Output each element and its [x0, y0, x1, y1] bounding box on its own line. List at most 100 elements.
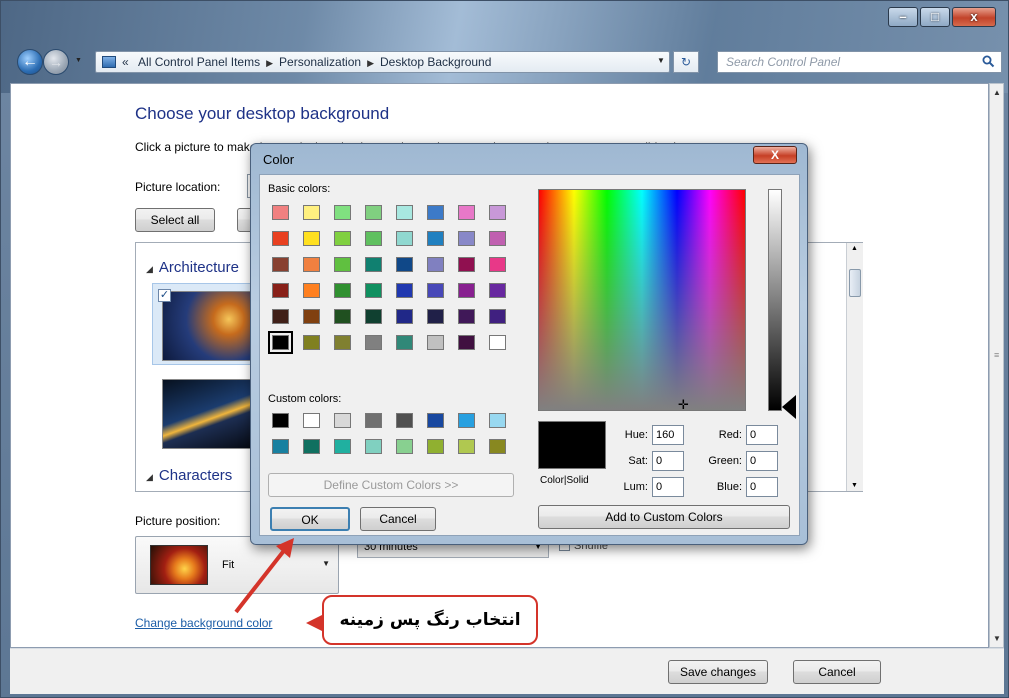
color-swatch[interactable]	[427, 335, 444, 350]
color-swatch[interactable]	[365, 439, 382, 454]
page-scrollbar[interactable]: ▲ ≡ ▼	[989, 83, 1004, 648]
color-swatch[interactable]	[334, 439, 351, 454]
color-swatch[interactable]	[272, 205, 289, 220]
close-button[interactable]: x	[952, 7, 996, 27]
color-spectrum-picker[interactable]	[538, 189, 746, 411]
gallery-scrollbar[interactable]: ▲ ▼	[846, 243, 863, 491]
sat-field[interactable]: 0	[652, 451, 684, 471]
thumbnail-checkbox[interactable]: ✓	[158, 289, 171, 302]
color-swatch[interactable]	[334, 309, 351, 324]
group-header-characters[interactable]: ◢ Characters	[146, 467, 232, 484]
change-background-color-link[interactable]: Change background color	[135, 616, 272, 630]
scrollbar-grip-icon[interactable]: ≡	[994, 350, 999, 360]
color-swatch[interactable]	[458, 309, 475, 324]
breadcrumb-separator-icon[interactable]: ▶	[266, 58, 273, 68]
back-button[interactable]: ←	[17, 49, 43, 75]
color-swatch[interactable]	[396, 257, 413, 272]
color-swatch[interactable]	[334, 283, 351, 298]
color-swatch[interactable]	[458, 257, 475, 272]
color-swatch[interactable]	[427, 283, 444, 298]
color-swatch[interactable]	[427, 231, 444, 246]
scroll-up-icon[interactable]: ▲	[851, 245, 858, 252]
color-swatch[interactable]	[458, 231, 475, 246]
color-swatch[interactable]	[334, 257, 351, 272]
color-swatch[interactable]	[303, 309, 320, 324]
luminosity-slider-arrow-icon[interactable]	[782, 395, 796, 419]
maximize-button[interactable]: □	[920, 7, 950, 27]
refresh-icon[interactable]: ↻	[673, 51, 699, 73]
color-swatch[interactable]	[427, 439, 444, 454]
color-swatch[interactable]	[303, 413, 320, 428]
color-swatch[interactable]	[489, 283, 506, 298]
select-all-button[interactable]: Select all	[135, 208, 215, 232]
color-swatch[interactable]	[272, 283, 289, 298]
color-swatch[interactable]	[365, 413, 382, 428]
color-swatch[interactable]	[268, 331, 293, 354]
color-swatch[interactable]	[427, 205, 444, 220]
color-swatch[interactable]	[365, 257, 382, 272]
minimize-button[interactable]: –	[888, 7, 918, 27]
color-swatch[interactable]	[396, 231, 413, 246]
color-swatch[interactable]	[396, 205, 413, 220]
color-swatch[interactable]	[489, 335, 506, 350]
cancel-button[interactable]: Cancel	[793, 660, 881, 684]
red-field[interactable]: 0	[746, 425, 778, 445]
color-swatch[interactable]	[272, 257, 289, 272]
add-to-custom-colors-button[interactable]: Add to Custom Colors	[538, 505, 790, 529]
color-swatch[interactable]	[365, 231, 382, 246]
color-swatch[interactable]	[396, 413, 413, 428]
color-swatch[interactable]	[427, 309, 444, 324]
breadcrumb-item[interactable]: All Control Panel Items	[138, 55, 260, 69]
color-swatch[interactable]	[396, 283, 413, 298]
color-swatch[interactable]	[458, 413, 475, 428]
scrollbar-thumb[interactable]	[849, 269, 861, 297]
color-swatch[interactable]	[489, 413, 506, 428]
save-changes-button[interactable]: Save changes	[668, 660, 768, 684]
dialog-close-button[interactable]: X	[753, 146, 797, 164]
scroll-up-icon[interactable]: ▲	[993, 88, 1001, 97]
green-field[interactable]: 0	[746, 451, 778, 471]
color-swatch[interactable]	[365, 283, 382, 298]
recent-pages-chevron-icon[interactable]: ▼	[75, 57, 82, 64]
color-swatch[interactable]	[334, 205, 351, 220]
color-swatch[interactable]	[489, 231, 506, 246]
dialog-cancel-button[interactable]: Cancel	[360, 507, 436, 531]
scroll-down-icon[interactable]: ▼	[993, 634, 1001, 643]
wallpaper-thumbnail[interactable]	[162, 291, 258, 361]
color-swatch[interactable]	[458, 335, 475, 350]
color-swatch[interactable]	[458, 439, 475, 454]
wallpaper-thumbnail[interactable]	[162, 379, 258, 449]
breadcrumb-item[interactable]: Personalization	[279, 55, 361, 69]
color-swatch[interactable]	[365, 309, 382, 324]
color-swatch[interactable]	[489, 257, 506, 272]
color-swatch[interactable]	[489, 309, 506, 324]
crosshair-icon[interactable]: ✛	[678, 397, 689, 413]
color-swatch[interactable]	[334, 231, 351, 246]
color-swatch[interactable]	[303, 205, 320, 220]
color-swatch[interactable]	[272, 231, 289, 246]
color-swatch[interactable]	[272, 309, 289, 324]
color-swatch[interactable]	[334, 413, 351, 428]
color-swatch[interactable]	[303, 257, 320, 272]
lum-field[interactable]: 0	[652, 477, 684, 497]
color-swatch[interactable]	[427, 413, 444, 428]
color-swatch[interactable]	[396, 335, 413, 350]
breadcrumb-separator-icon[interactable]: ▶	[367, 58, 374, 68]
luminosity-slider[interactable]	[768, 189, 782, 411]
color-swatch[interactable]	[489, 205, 506, 220]
color-swatch[interactable]	[365, 205, 382, 220]
color-swatch[interactable]	[396, 309, 413, 324]
color-swatch[interactable]	[334, 335, 351, 350]
scroll-down-icon[interactable]: ▼	[851, 482, 858, 489]
hue-field[interactable]: 160	[652, 425, 684, 445]
color-swatch[interactable]	[489, 439, 506, 454]
address-overflow-chevron[interactable]: «	[122, 55, 129, 69]
color-swatch[interactable]	[303, 439, 320, 454]
color-swatch[interactable]	[272, 439, 289, 454]
color-swatch[interactable]	[396, 439, 413, 454]
address-dropdown-icon[interactable]: ▼	[657, 56, 665, 65]
ok-button[interactable]: OK	[270, 507, 350, 531]
color-swatch[interactable]	[272, 413, 289, 428]
group-header-architecture[interactable]: ◢ Architecture	[146, 259, 239, 276]
blue-field[interactable]: 0	[746, 477, 778, 497]
